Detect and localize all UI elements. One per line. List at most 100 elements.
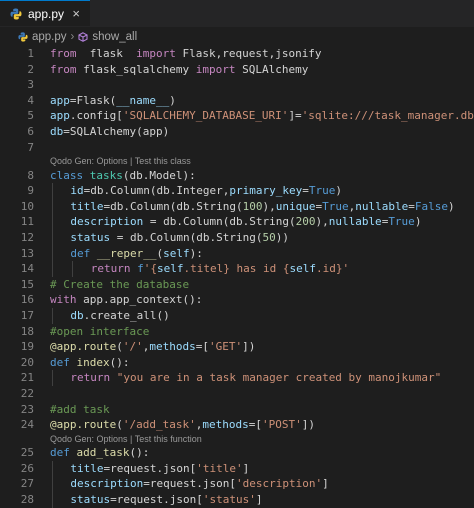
tab-label: app.py [28,6,65,21]
code-line[interactable]: 7 [0,140,474,156]
code-line[interactable]: 1 from flask import Flask,request,jsonify [0,46,474,62]
code-line[interactable]: 28 status=request.json['status'] [0,492,474,508]
line-number: 11 [20,215,34,229]
code-line[interactable]: 15 # Create the database [0,277,474,293]
code-line[interactable]: 24 @app.route('/add_task',methods=['POST'… [0,417,474,433]
code-line[interactable]: 25 def add_task(): [0,445,474,461]
code-text: from flask_sqlalchemy import SQLAlchemy [50,62,309,76]
line-number: 22 [20,386,34,400]
line-number: 2 [27,62,34,76]
indent-guide [52,230,53,246]
code-line[interactable]: 3 [0,77,474,93]
codelens[interactable]: Qodo Gen: Options | Test this function [0,433,474,446]
line-number: 6 [27,124,34,138]
code-line[interactable]: 9 id=db.Column(db.Integer,primary_key=Tru… [0,183,474,199]
breadcrumb: app.py › show_all [0,27,474,46]
line-number: 1 [27,47,34,60]
tab-bar: app.py × [0,0,474,27]
line-number: 5 [27,109,34,123]
line-number: 19 [20,340,34,354]
code-line[interactable]: 23 #add task [0,402,474,418]
code-editor[interactable]: 1 from flask import Flask,request,jsonify… [0,46,474,508]
code-line[interactable]: 13 def __reper__(self): [0,245,474,262]
line-number: 17 [20,309,34,322]
code-line[interactable]: 19 @app.route('/',methods=['GET']) [0,339,474,355]
line-number: 28 [20,493,34,507]
code-line[interactable]: 14 return f'{self.titel} has id {self.id}… [0,261,474,277]
line-number: 9 [27,184,34,198]
line-number: 7 [27,140,34,154]
line-number: 15 [20,277,34,291]
python-file-icon [10,8,22,20]
indent-guide [52,460,53,477]
indent-guide [72,261,74,277]
code-line[interactable]: 27 description=request.json['description'… [0,476,474,493]
indent-guide [52,476,53,493]
code-text: title=db.Column(db.String(100),unique=Tr… [70,199,455,213]
code-line[interactable]: 10 title=db.Column(db.String(100),unique=… [0,198,474,215]
code-text: description=request.json['description'] [70,477,329,491]
code-line[interactable]: 21 return "you are in a task manager crea… [0,370,474,386]
code-line[interactable]: 18 #open interface [0,324,474,340]
code-text: #add task [50,402,110,416]
line-number: 23 [20,402,34,416]
code-text: #open interface [50,324,150,338]
code-text: with app.app_context(): [50,293,203,307]
code-text: def add_task(): [50,446,150,460]
close-tab-icon[interactable]: × [72,6,80,21]
indent-guide [52,492,53,508]
line-number: 26 [20,461,34,475]
code-line[interactable]: 20 def index(): [0,355,474,371]
indent-guide [52,198,53,215]
code-line[interactable]: 22 [0,386,474,402]
code-text: status=request.json['status'] [70,493,263,507]
tab-app-py[interactable]: app.py × [0,0,90,26]
python-file-icon [18,31,28,42]
line-number: 24 [20,418,34,432]
code-text: @app.route('/',methods=['GET']) [50,340,256,354]
code-line[interactable]: 8 class tasks(db.Model): [0,168,474,184]
codelens[interactable]: Qodo Gen: Options | Test this class [0,155,474,168]
line-number: 27 [20,477,34,491]
breadcrumb-symbol[interactable]: show_all [92,31,137,43]
code-text: db=SQLAlchemy(app) [50,124,170,138]
code-line[interactable]: 4 app=Flask(__name__) [0,93,474,109]
code-text: return f'{self.titel} has id {self.id}' [90,262,350,276]
line-number: 16 [20,293,34,307]
code-text: app.config['SQLALCHEMY_DATABASE_URI']='s… [50,109,474,123]
line-number: 25 [20,446,34,460]
code-text: status = db.Column(db.String(50)) [70,231,289,245]
line-number: 18 [20,324,34,338]
code-line[interactable]: 11 description = db.Column(db.String(200)… [0,214,474,231]
line-number: 20 [20,355,34,369]
code-line[interactable]: 2 from flask_sqlalchemy import SQLAlchemy [0,62,474,78]
breadcrumb-file[interactable]: app.py [32,31,67,43]
code-line[interactable]: 26 title=request.json['title'] [0,460,474,477]
code-text: title=request.json['title'] [70,461,250,475]
indent-guide [52,308,53,324]
code-line[interactable]: 6 db=SQLAlchemy(app) [0,124,474,140]
indent-guide [52,214,53,231]
line-number: 21 [20,371,34,385]
code-line[interactable]: 5 app.config['SQLALCHEMY_DATABASE_URI']='… [0,108,474,124]
code-text: description = db.Column(db.String(200),n… [70,215,422,229]
indent-guide [52,245,53,262]
code-text: def __reper__(self): [70,246,203,260]
line-number: 4 [27,93,34,107]
code-text: db.create_all() [70,309,170,322]
line-number: 14 [20,262,34,276]
code-line[interactable]: 16 with app.app_context(): [0,292,474,308]
code-line[interactable]: 17 db.create_all() [0,308,474,324]
code-text: app=Flask(__name__) [50,93,176,107]
code-line[interactable]: 12 status = db.Column(db.String(50)) [0,230,474,246]
code-text: id=db.Column(db.Integer,primary_key=True… [70,184,342,198]
line-number: 8 [27,168,34,182]
line-number: 12 [20,231,34,245]
line-number: 10 [20,199,34,213]
code-text: return "you are in a task manager create… [70,371,442,385]
code-text: @app.route('/add_task',methods=['POST']) [50,418,315,432]
code-text: # Create the database [50,277,190,291]
indent-guide [52,370,53,386]
code-text: from flask import Flask,request,jsonify [50,47,322,60]
breadcrumb-separator: › [70,30,75,43]
